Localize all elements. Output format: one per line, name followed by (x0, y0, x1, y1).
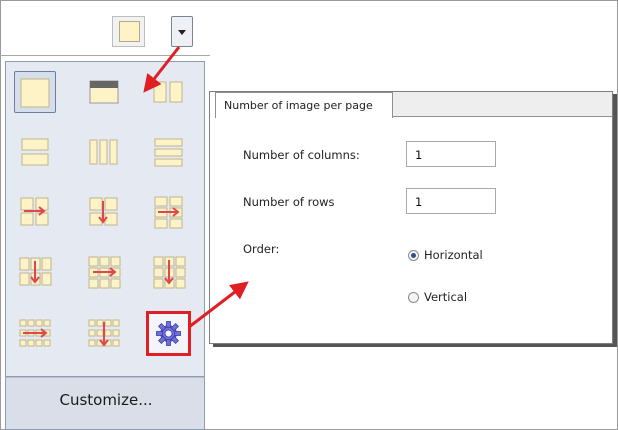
arrow-custom-to-dialog (188, 281, 249, 329)
arrow-dropdown-to-layout (143, 46, 181, 93)
annotation-arrows (143, 46, 249, 329)
